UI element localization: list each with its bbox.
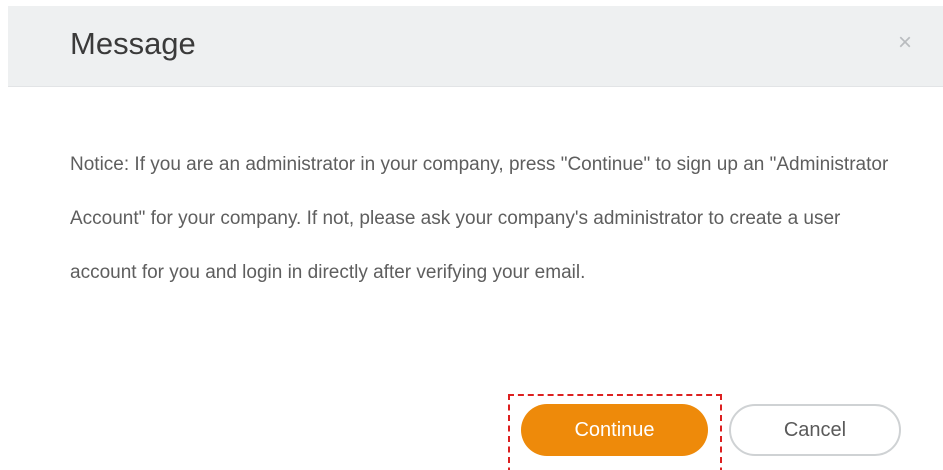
dialog-title: Message [70,26,196,61]
continue-button[interactable]: Continue [521,404,708,456]
close-icon[interactable]: × [894,31,916,55]
message-dialog: Message × Notice: If you are an administ… [0,0,943,470]
cancel-button[interactable]: Cancel [729,404,901,456]
dialog-header: Message × [8,6,943,87]
notice-message: Notice: If you are an administrator in y… [70,154,889,283]
